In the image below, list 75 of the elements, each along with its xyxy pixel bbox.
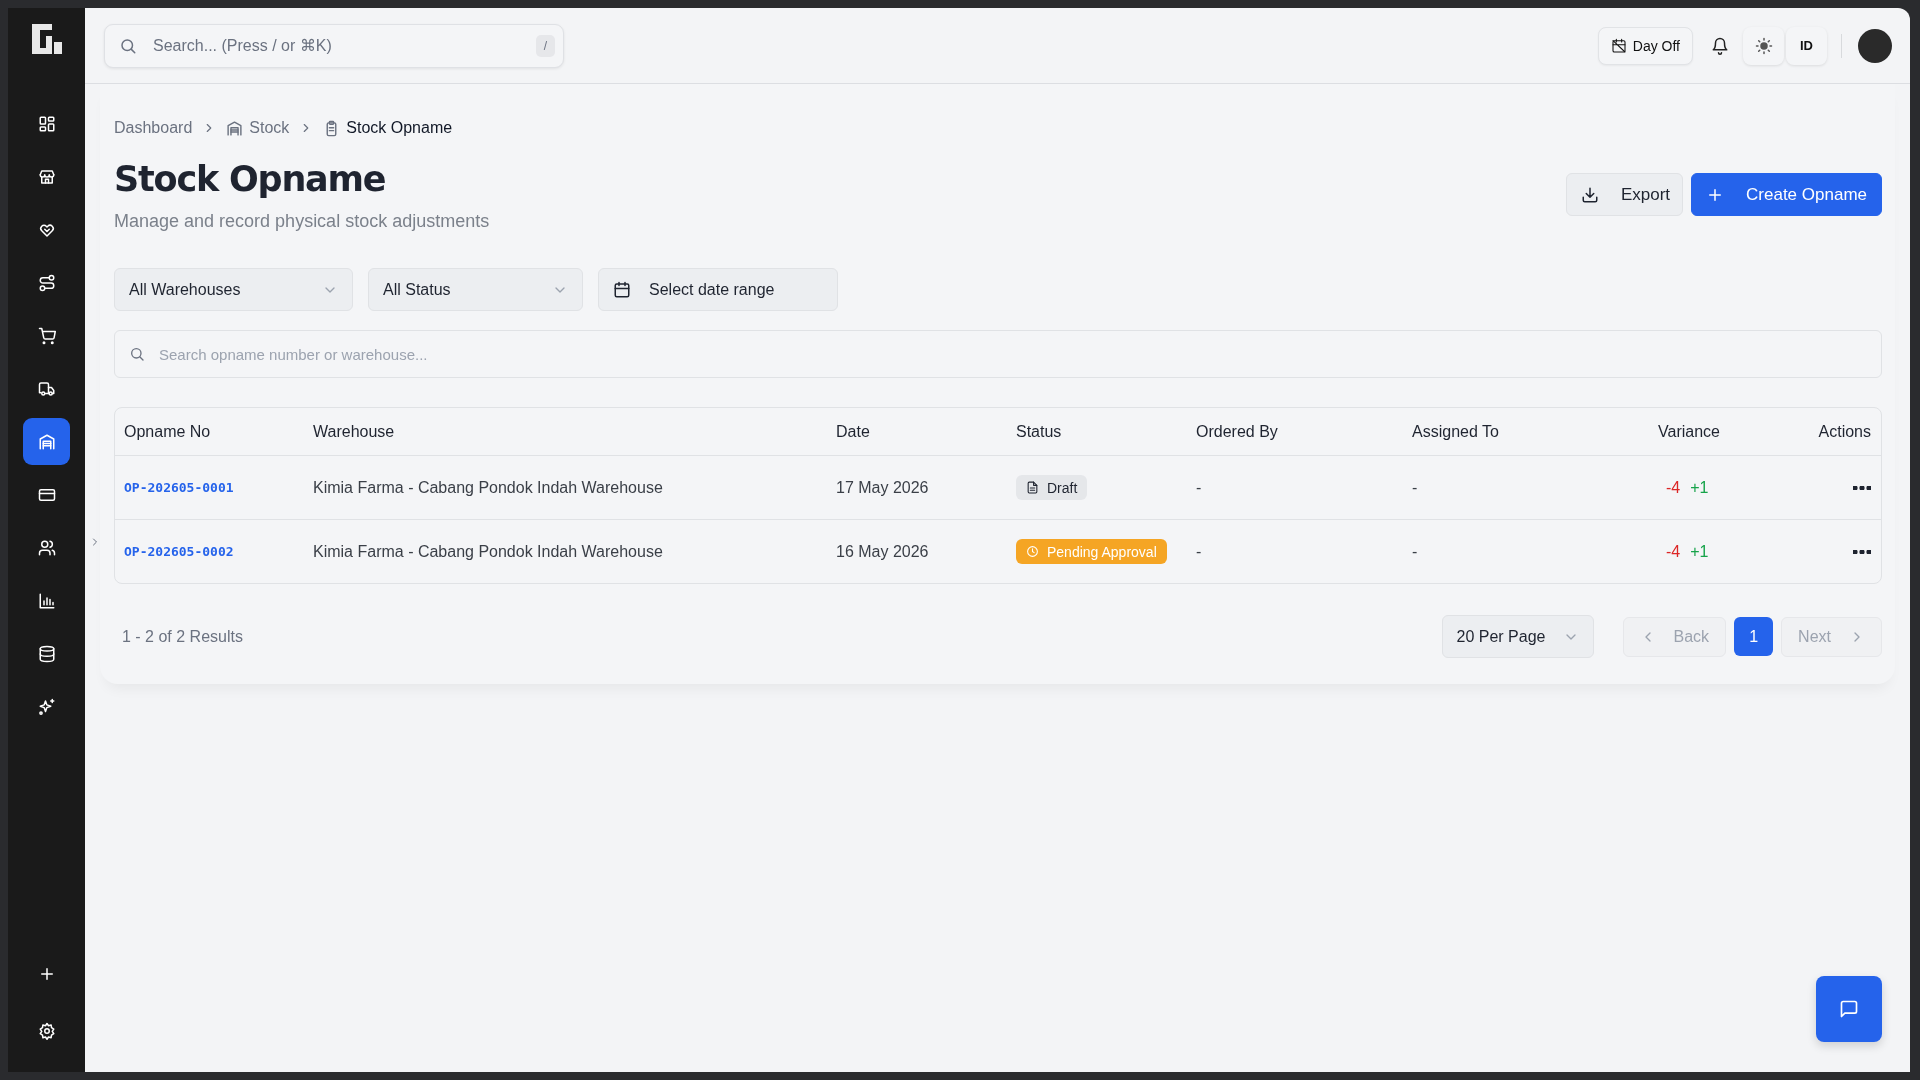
download-icon: [1580, 185, 1599, 204]
warehouse-icon: [37, 432, 56, 451]
sun-icon: [1754, 36, 1773, 55]
variance-value: +1: [1690, 542, 1709, 561]
table-cell-text: -: [1412, 478, 1419, 497]
export-button[interactable]: Export: [1565, 173, 1684, 216]
sparkle-icon: [37, 697, 56, 716]
document-icon: [1026, 481, 1039, 494]
create-button[interactable]: Create Opname: [1691, 173, 1882, 216]
page-subtitle: Manage and record physical stock adjustments: [114, 211, 490, 232]
shortcut-key: /: [535, 34, 555, 57]
date-range-picker[interactable]: Select date range: [598, 268, 838, 311]
table-cell-text: 16 May 2026: [836, 542, 930, 561]
logo-icon: [31, 24, 62, 54]
table-cell-text: -: [1412, 542, 1419, 561]
route-icon: [37, 273, 56, 292]
variance-value: -4: [1666, 478, 1681, 497]
breadcrumb-link[interactable]: Stock Opname: [323, 119, 453, 137]
variance-value: -4: [1666, 542, 1681, 561]
table-cell-text: Kimia Farma - Cabang Pondok Indah Warehouse: [313, 542, 664, 561]
more-actions-button[interactable]: [1853, 485, 1871, 490]
warehouse-icon: [226, 119, 244, 137]
warehouse-dropdown[interactable]: All Warehouses: [114, 268, 353, 311]
users-icon: [37, 538, 56, 557]
notifications-button[interactable]: [1711, 36, 1729, 55]
status-badge: Pending Approval: [1016, 539, 1167, 564]
database-icon: [37, 644, 56, 663]
column-header: Ordered By: [1196, 422, 1279, 441]
search-input[interactable]: Search... (Press / or ⌘K): [151, 35, 522, 56]
table-cell-text: -: [1196, 478, 1203, 497]
search-bar[interactable]: Search opname number or warehouse...: [114, 330, 1882, 378]
more-icon: [1853, 549, 1871, 554]
status-badge: Draft: [1016, 475, 1088, 500]
avatar[interactable]: [1858, 28, 1892, 63]
column-header: Actions: [1818, 422, 1871, 441]
per-page-dropdown[interactable]: 20 Per Page: [1441, 615, 1594, 658]
column-header: Opname No: [124, 422, 212, 441]
more-actions-button[interactable]: [1853, 549, 1871, 554]
calendar-off-icon: [1610, 37, 1627, 54]
more-icon: [1853, 485, 1871, 490]
column-header: Variance: [1658, 422, 1721, 441]
status-dropdown[interactable]: All Status: [368, 268, 583, 311]
column-header: Assigned To: [1412, 422, 1500, 441]
page-title: Stock Opname: [114, 158, 387, 201]
truck-icon: [37, 379, 56, 398]
variance-value: +1: [1690, 478, 1709, 497]
table-cell-text: Kimia Farma - Cabang Pondok Indah Warehouse: [313, 478, 664, 497]
opname-link[interactable]: OP-202605-0002: [124, 544, 313, 559]
opname-link[interactable]: OP-202605-0001: [124, 480, 313, 495]
table-cell-text: 17 May 2026: [836, 478, 930, 497]
results-summary: 1 - 2 of 2 Results: [121, 627, 243, 646]
page-button[interactable]: 1: [1734, 617, 1774, 656]
day-off-button[interactable]: Day Off: [1597, 26, 1693, 65]
search-icon: [119, 36, 137, 55]
chat-icon: [1839, 999, 1859, 1019]
column-header: Status: [1016, 422, 1063, 441]
search-icon: [129, 346, 145, 362]
column-header: Warehouse: [313, 422, 396, 441]
language-button[interactable]: ID: [1786, 26, 1827, 65]
theme-button[interactable]: [1743, 26, 1784, 65]
breadcrumb-link[interactable]: Stock: [226, 119, 290, 137]
column-header: Date: [836, 422, 871, 441]
chat-button[interactable]: [1816, 976, 1882, 1042]
table-cell-text: -: [1196, 542, 1203, 561]
cart-icon: [37, 326, 56, 345]
sidebar-item[interactable]: [23, 418, 70, 465]
search-input[interactable]: Search opname number or warehouse...: [157, 344, 1867, 364]
calendar-icon: [613, 280, 631, 299]
bar-chart-icon: [37, 591, 56, 610]
dashboard-icon: [37, 114, 56, 133]
clock-icon: [1026, 545, 1039, 558]
bell-icon: [1711, 36, 1729, 55]
breadcrumb-link[interactable]: Dashboard: [114, 119, 193, 137]
search-bar[interactable]: Search... (Press / or ⌘K) /: [104, 23, 564, 68]
store-icon: [37, 167, 56, 186]
